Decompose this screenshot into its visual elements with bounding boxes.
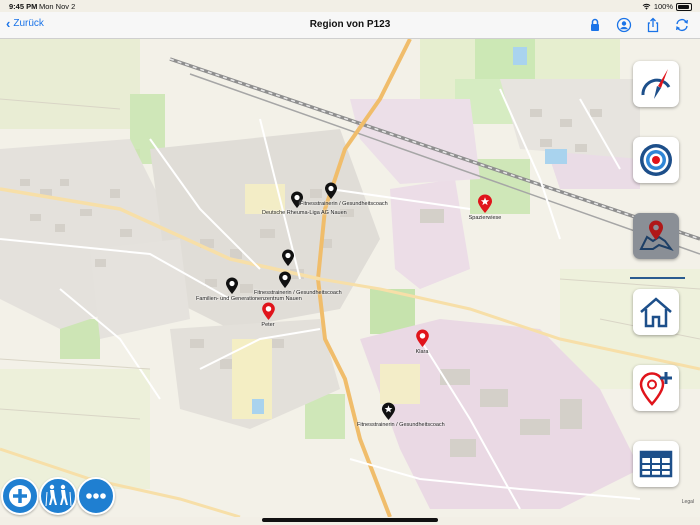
map-background <box>0 39 700 517</box>
poi-label: Fitnesstrainerin / Gesundheitscoach <box>300 201 388 207</box>
home-indicator <box>262 518 438 522</box>
poi-familienzentrum[interactable]: Familien- und Generationenzentrum Nauen <box>196 277 302 302</box>
add-icon <box>9 485 31 507</box>
star-pin-icon <box>478 194 492 213</box>
nav-actions <box>587 17 690 33</box>
add-location-icon <box>639 372 672 406</box>
map-pin-icon <box>282 249 294 266</box>
lock-icon[interactable] <box>587 17 603 33</box>
add-button[interactable] <box>1 477 39 515</box>
poi-label: Fitnesstrainerin / Gesundheitscoach <box>357 422 445 428</box>
poi-fitness-3[interactable]: Fitnesstrainerin / Gesundheitscoach <box>357 402 445 428</box>
back-label: Zurück <box>13 18 44 29</box>
poi-klara[interactable]: Klara <box>406 329 438 355</box>
poi-spazierwiese[interactable]: Spazierwiese <box>460 194 510 221</box>
poi-label: Deutsche Rheuma-Liga AG Nauen <box>262 210 347 216</box>
map-pin-icon <box>639 220 674 251</box>
hikers-button[interactable] <box>39 477 77 515</box>
map-mode-button[interactable] <box>633 213 679 259</box>
more-button[interactable] <box>77 477 115 515</box>
status-time: 9:45 PM <box>9 2 38 11</box>
wifi-icon <box>642 3 651 10</box>
poi-peter[interactable]: Peter <box>252 302 284 328</box>
add-location-button[interactable] <box>633 365 679 411</box>
poi-label: Klara <box>415 349 429 355</box>
map-pin-icon <box>261 302 275 320</box>
home-button[interactable] <box>633 289 679 335</box>
target-icon <box>640 144 672 176</box>
more-icon <box>86 493 106 499</box>
compass-needle-icon <box>641 69 671 99</box>
map-pin-icon <box>325 182 337 199</box>
person-circle-icon[interactable] <box>616 17 632 33</box>
toolbar-divider <box>630 277 685 279</box>
chevron-left-icon: ‹ <box>6 15 11 31</box>
battery-percent: 100% <box>653 2 673 11</box>
map-pin-icon <box>279 271 291 288</box>
status-date: Mon Nov 2 <box>39 2 76 11</box>
map-pin-icon <box>415 329 429 347</box>
compass-button[interactable] <box>633 61 679 107</box>
home-icon <box>640 297 672 328</box>
table-view-button[interactable] <box>633 441 679 487</box>
poi-fitness-1[interactable]: Fitnesstrainerin / Gesundheitscoach <box>300 182 388 207</box>
share-icon[interactable] <box>645 17 661 33</box>
table-icon <box>639 450 673 478</box>
map-view[interactable]: Deutsche Rheuma-Liga AG Nauen Fitnesstra… <box>0 39 700 517</box>
refresh-icon[interactable] <box>674 17 690 33</box>
poi-label: Peter <box>261 322 275 328</box>
back-button[interactable]: ‹ Zurück <box>6 15 44 31</box>
navigation-bar: ‹ Zurück Region von P123 <box>0 12 700 39</box>
poi-label: Spazierwiese <box>468 215 502 221</box>
hikers-icon <box>45 484 72 507</box>
battery-icon <box>676 2 692 11</box>
status-bar: 9:45 PM Mon Nov 2 100% <box>0 0 700 12</box>
map-pin-icon <box>226 277 238 294</box>
star-pin-icon <box>381 402 395 420</box>
status-indicators: 100% <box>642 2 692 11</box>
target-button[interactable] <box>633 137 679 183</box>
legal-link[interactable]: Legal <box>682 499 694 505</box>
poi-unlabeled[interactable] <box>280 249 296 268</box>
